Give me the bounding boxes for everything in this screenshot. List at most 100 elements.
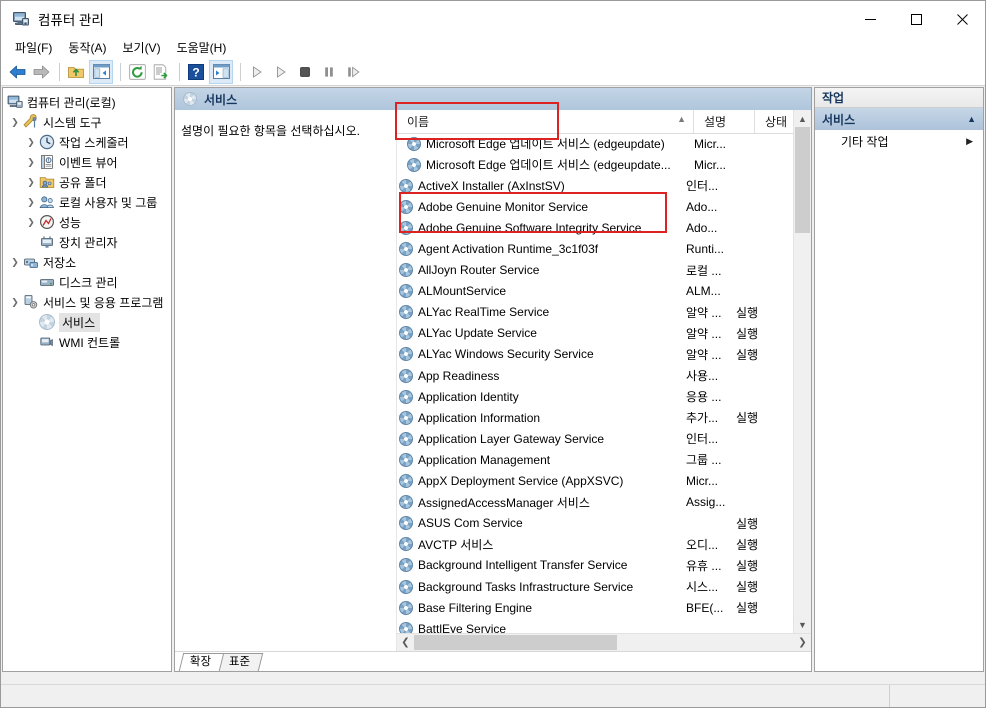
service-row[interactable]: AVCTP 서비스 오디... 실행 (397, 534, 811, 555)
service-row[interactable]: ALYac Update Service 알약 ... 실행 (397, 323, 811, 344)
service-row[interactable]: Agent Activation Runtime_3c1f03f Runti... (397, 238, 811, 259)
restart-service-icon[interactable] (342, 61, 364, 83)
tree-item-task-scheduler[interactable]: ❯ 작업 스케줄러 (3, 132, 171, 152)
service-row[interactable]: ALMountService ALM... (397, 281, 811, 302)
service-row[interactable]: AppX Deployment Service (AppXSVC) Micr... (397, 471, 811, 492)
wmi-control-icon (39, 334, 55, 350)
show-console-tree-icon[interactable] (89, 59, 113, 84)
tab-extended[interactable]: 확장 (178, 653, 225, 671)
menu-action[interactable]: 동작(A) (60, 37, 114, 58)
back-icon[interactable] (6, 61, 28, 83)
column-header-description[interactable]: 설명 (693, 110, 754, 133)
service-row[interactable]: Microsoft Edge 업데이트 서비스 (edgeupdate... Mi… (397, 154, 811, 175)
tree-item-system-tools[interactable]: ❯ 시스템 도구 (3, 112, 171, 132)
up-folder-icon[interactable] (65, 61, 87, 83)
tree-item-event-viewer[interactable]: ❯ ! 이벤트 뷰어 (3, 152, 171, 172)
chevron-right-icon[interactable]: ❯ (23, 197, 39, 208)
tree-item-storage[interactable]: ❯ 저장소 (3, 252, 171, 272)
computer-icon (7, 94, 23, 110)
menu-view[interactable]: 보기(V) (114, 37, 168, 58)
tree-item-root[interactable]: 컴퓨터 관리(로컬) (3, 92, 171, 112)
service-description-panel: 설명이 필요한 항목을 선택하십시오. (175, 110, 396, 651)
services-row-list[interactable]: Microsoft Edge 업데이트 서비스 (edgeupdate) Micr… (397, 133, 811, 633)
actions-section-services[interactable]: 서비스 ▲ (815, 108, 983, 130)
service-row[interactable]: ActiveX Installer (AxInstSV) 인터... (397, 175, 811, 196)
service-row[interactable]: ALYac RealTime Service 알약 ... 실행 (397, 302, 811, 323)
chevron-right-icon[interactable]: ❯ (23, 217, 39, 228)
tab-standard[interactable]: 표준 (217, 653, 264, 671)
service-description: BFE(... (686, 600, 724, 615)
sort-ascending-icon: ▲ (677, 114, 686, 124)
tree-item-label: 작업 스케줄러 (59, 135, 129, 150)
action-item-more-actions[interactable]: 기타 작업 ▶ (815, 130, 983, 152)
menu-help[interactable]: 도움말(H) (169, 37, 235, 58)
console-tree-pane[interactable]: 컴퓨터 관리(로컬) ❯ 시스템 도구 ❯ 작업 스케줄러 ❯ ! 이벤트 뷰어… (2, 87, 172, 672)
scroll-up-arrow-icon[interactable]: ▲ (794, 110, 811, 127)
service-row[interactable]: Background Tasks Infrastructure Service 시… (397, 576, 811, 597)
services-pane-header: 서비스 (175, 88, 811, 110)
scroll-down-arrow-icon[interactable]: ▼ (794, 616, 811, 633)
help-icon[interactable]: ? (185, 61, 207, 83)
list-vertical-scrollbar[interactable]: ▲ ▼ (793, 110, 811, 633)
service-row[interactable]: Base Filtering Engine BFE(... 실행 (397, 597, 811, 618)
service-row[interactable]: Application Identity 응용 ... (397, 386, 811, 407)
tree-item-services[interactable]: 서비스 (3, 312, 171, 332)
pause-service-icon[interactable] (318, 61, 340, 83)
start-service-icon[interactable] (246, 61, 268, 83)
chevron-down-icon[interactable]: ❯ (7, 257, 23, 268)
column-header-name[interactable]: 이름 ▲ (397, 110, 693, 133)
tree-item-performance[interactable]: ❯ 성능 (3, 212, 171, 232)
service-name: Application Identity (418, 389, 519, 404)
service-row[interactable]: Adobe Genuine Software Integrity Service… (397, 217, 811, 238)
service-row[interactable]: Microsoft Edge 업데이트 서비스 (edgeupdate) Micr… (397, 133, 811, 154)
service-row[interactable]: Application Layer Gateway Service 인터... (397, 428, 811, 449)
tree-item-wmi-control[interactable]: WMI 컨트롤 (3, 332, 171, 352)
service-name: Agent Activation Runtime_3c1f03f (418, 242, 599, 257)
service-row[interactable]: AllJoyn Router Service 로컬 ... (397, 260, 811, 281)
service-gear-icon (399, 263, 413, 278)
scroll-right-arrow-icon[interactable]: ❯ (794, 637, 811, 648)
scroll-left-arrow-icon[interactable]: ❮ (397, 637, 414, 648)
horizontal-scrollbar-thumb[interactable] (414, 635, 617, 650)
service-row[interactable]: Adobe Genuine Monitor Service Ado... (397, 196, 811, 217)
service-row[interactable]: ALYac Windows Security Service 알약 ... 실행 (397, 344, 811, 365)
services-list[interactable]: 이름 ▲ 설명 상태 Microsoft Edge 업데이트 서비스 (edge… (396, 110, 811, 651)
resume-service-icon[interactable] (270, 61, 292, 83)
chevron-down-icon[interactable]: ❯ (7, 117, 23, 128)
tree-item-disk-management[interactable]: 디스크 관리 (3, 272, 171, 292)
computer-management-window: 컴퓨터 관리 파일(F) 동작(A) 보기(V) 도움말(H) ? 컴퓨터 관리… (0, 0, 986, 708)
forward-icon[interactable] (30, 61, 52, 83)
refresh-icon[interactable] (126, 61, 148, 83)
service-row[interactable]: ASUS Com Service 실행 (397, 513, 811, 534)
system-tools-icon (23, 114, 39, 130)
service-row[interactable]: App Readiness 사용... (397, 365, 811, 386)
menu-file[interactable]: 파일(F) (7, 37, 60, 58)
chevron-right-icon[interactable]: ❯ (23, 157, 39, 168)
tree-item-local-users-groups[interactable]: ❯ 로컬 사용자 및 그룹 (3, 192, 171, 212)
show-action-pane-icon[interactable] (209, 59, 233, 84)
minimize-button[interactable] (847, 1, 893, 37)
chevron-up-icon[interactable]: ▲ (967, 114, 976, 124)
list-horizontal-scrollbar[interactable]: ❮ ❯ (397, 633, 811, 651)
chevron-down-icon[interactable]: ❯ (7, 297, 23, 308)
tree-item-label: 서비스 및 응용 프로그램 (43, 295, 164, 310)
tree-item-device-manager[interactable]: 장치 관리자 (3, 232, 171, 252)
view-tabs: 확장 표준 (175, 651, 811, 671)
chevron-right-icon[interactable]: ❯ (23, 177, 39, 188)
close-button[interactable] (939, 1, 985, 37)
service-row[interactable]: Application Information 추가... 실행 (397, 407, 811, 428)
export-list-icon[interactable] (150, 61, 172, 83)
status-bar-section (890, 685, 985, 707)
service-row[interactable]: BattlEye Service (397, 618, 811, 633)
tree-item-shared-folders[interactable]: ❯ 공유 폴더 (3, 172, 171, 192)
service-row[interactable]: Application Management 그룹 ... (397, 449, 811, 470)
service-row[interactable]: AssignedAccessManager 서비스 Assig... (397, 492, 811, 513)
services-list-header: 이름 ▲ 설명 상태 (397, 110, 811, 134)
chevron-right-icon[interactable]: ❯ (23, 137, 39, 148)
stop-service-icon[interactable] (294, 61, 316, 83)
maximize-button[interactable] (893, 1, 939, 37)
service-row[interactable]: Background Intelligent Transfer Service 유… (397, 555, 811, 576)
vertical-scrollbar-thumb[interactable] (795, 127, 810, 233)
tree-item-services-and-applications[interactable]: ❯ 서비스 및 응용 프로그램 (3, 292, 171, 312)
service-gear-icon (399, 431, 413, 446)
